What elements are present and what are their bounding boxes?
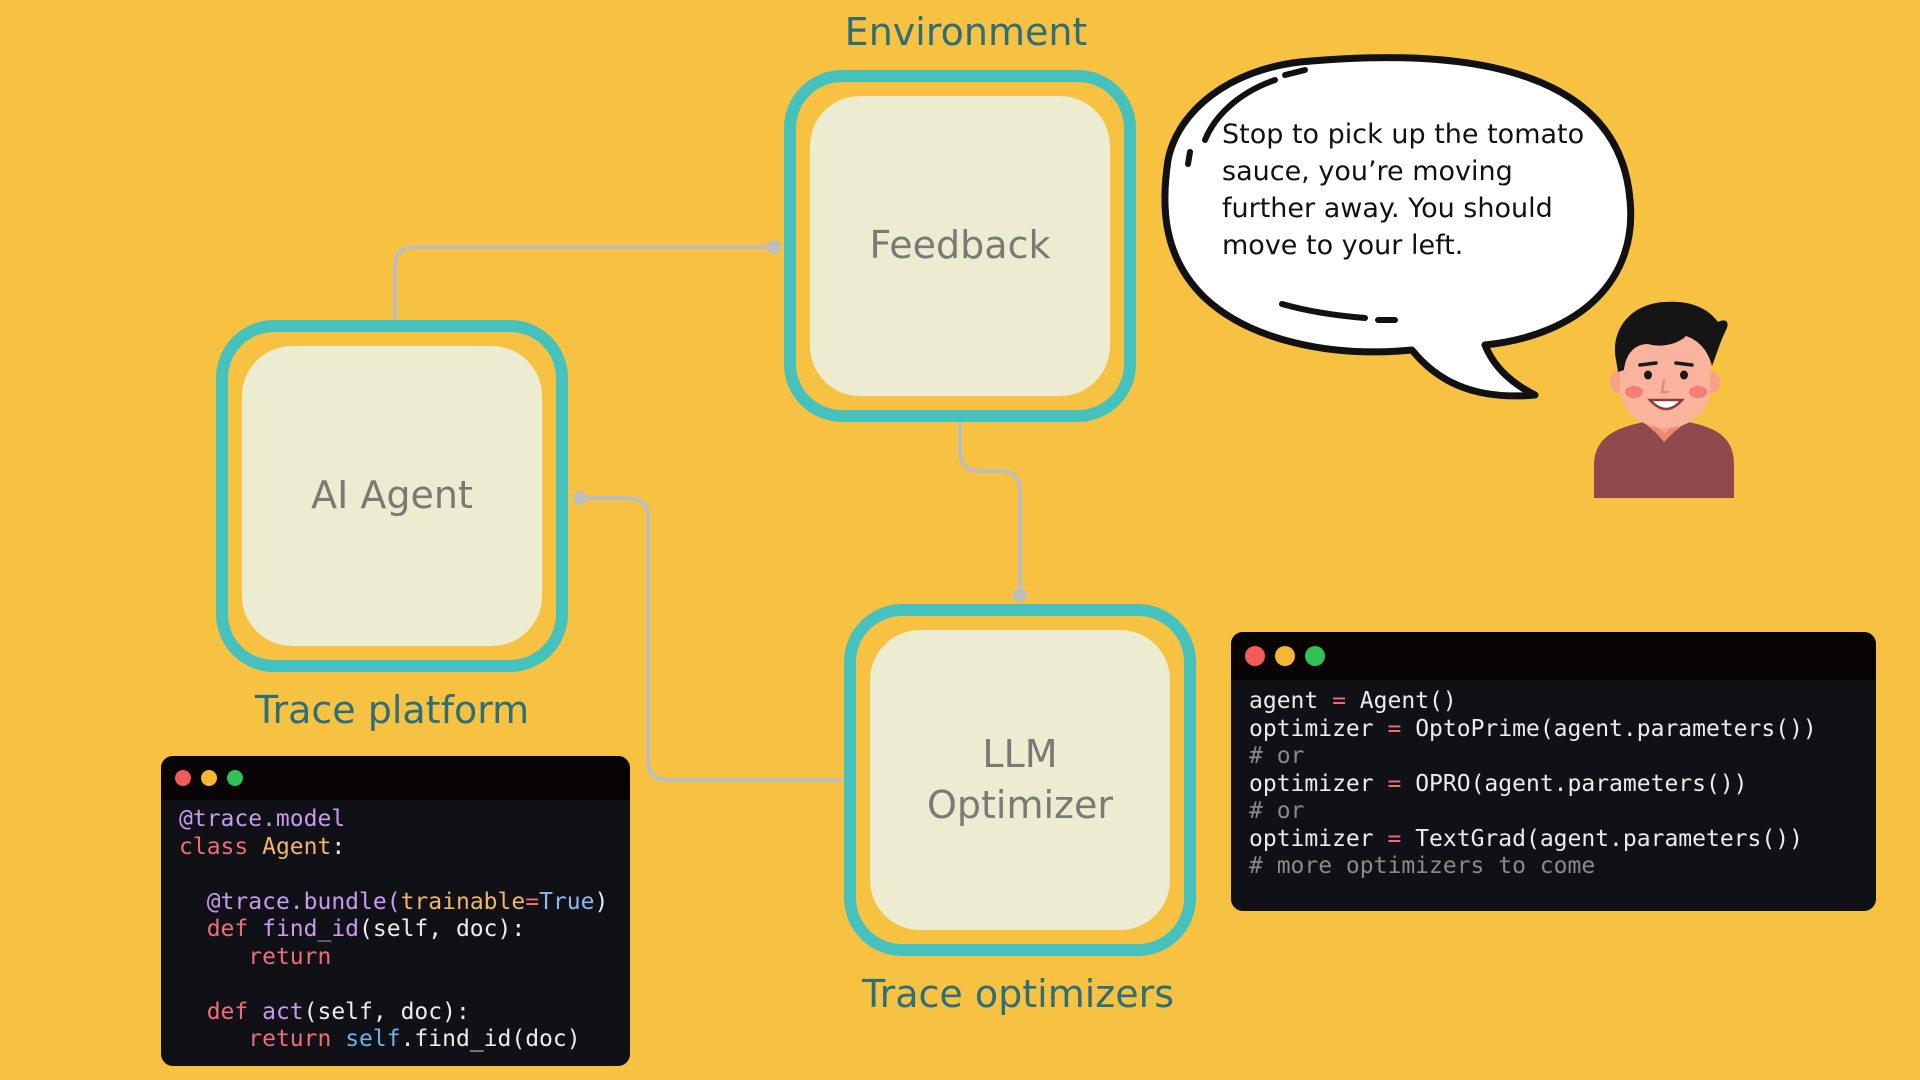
- code-token: def: [206, 998, 263, 1025]
- code-token: trainable: [400, 888, 526, 915]
- minimize-dot-icon[interactable]: [1275, 646, 1295, 666]
- optimizer-code-window: agent = Agent() optimizer = OptoPrime(age…: [1231, 632, 1876, 911]
- code-token: optimizer: [1249, 715, 1388, 742]
- trace-optimizers-label: Trace optimizers: [861, 972, 1175, 1016]
- code-token: optimizer: [1249, 770, 1388, 797]
- code-token: =: [1387, 825, 1402, 852]
- feedback-node-text: Feedback: [810, 96, 1110, 396]
- trace-platform-label: Trace platform: [254, 688, 530, 732]
- code-token: OptoPrime(agent.parameters()): [1401, 715, 1817, 742]
- code-token: =: [1387, 715, 1402, 742]
- minimize-dot-icon[interactable]: [201, 770, 217, 786]
- code-token: TextGrad(agent.parameters()): [1401, 825, 1803, 852]
- ai-agent-node-text: AI Agent: [242, 346, 542, 646]
- code-token: return: [248, 1026, 346, 1052]
- code-token: :: [331, 833, 346, 860]
- code-token: self: [345, 1026, 401, 1052]
- code-token: # or: [1249, 743, 1305, 769]
- code-token: optimizer: [1249, 825, 1388, 852]
- maximize-dot-icon[interactable]: [1305, 646, 1325, 666]
- code-token: (self, doc):: [359, 916, 526, 942]
- wire-endpoint-agent: [573, 491, 587, 505]
- llm-optimizer-line2: Optimizer: [926, 783, 1113, 827]
- code-token: Agent: [262, 833, 332, 860]
- code-line: return: [179, 944, 612, 972]
- llm-optimizer-node[interactable]: LLM Optimizer: [844, 604, 1196, 956]
- close-dot-icon[interactable]: [1245, 646, 1265, 666]
- code-token: return: [248, 943, 332, 970]
- code-line: def find_id(self, doc):: [179, 916, 612, 944]
- close-dot-icon[interactable]: [175, 770, 191, 786]
- code-token: find_id: [262, 916, 360, 942]
- code-line: class Agent:: [179, 834, 612, 862]
- llm-optimizer-node-text: LLM Optimizer: [870, 630, 1170, 930]
- code-token: act: [262, 998, 304, 1025]
- code-token: True: [539, 888, 595, 915]
- code-token: ): [594, 888, 609, 915]
- code-line: @trace.model: [179, 806, 612, 834]
- feedback-node[interactable]: Feedback: [784, 70, 1136, 422]
- wire-endpoint-optimizer: [1013, 588, 1027, 602]
- code-token: =: [1332, 688, 1346, 714]
- speech-bubble-text: Stop to pick up the tomato sauce, you’re…: [1222, 119, 1585, 261]
- code-line: # more optimizers to come: [1249, 853, 1858, 881]
- wire-agent-to-feedback: [393, 245, 776, 324]
- code-line: optimizer = OPRO(agent.parameters()): [1249, 771, 1858, 799]
- code-line: optimizer = TextGrad(agent.parameters()): [1249, 826, 1858, 854]
- optimizer-code-body: agent = Agent() optimizer = OptoPrime(age…: [1231, 680, 1876, 887]
- code-line: def act(self, doc):: [179, 999, 612, 1027]
- llm-optimizer-line1: LLM: [982, 731, 1058, 776]
- code-token: agent: [1249, 688, 1333, 714]
- code-token: Agent(): [1345, 688, 1457, 714]
- code-token: OPRO(agent.parameters()): [1401, 770, 1748, 797]
- code-token: class: [179, 833, 263, 860]
- agent-code-titlebar: [161, 756, 630, 800]
- code-token: (self, doc):: [303, 998, 470, 1025]
- code-token: @trace.model: [179, 806, 346, 832]
- agent-code-window: @trace.model class Agent: @trace.bundle(t…: [161, 756, 630, 1066]
- optimizer-code-titlebar: [1231, 632, 1876, 680]
- code-token: def: [206, 916, 263, 942]
- code-line: # or: [1249, 798, 1858, 826]
- code-token: =: [525, 888, 540, 915]
- code-token: =: [1387, 770, 1402, 797]
- code-token: @trace.bundle(: [206, 888, 401, 915]
- code-token: .find_id(doc): [400, 1026, 581, 1052]
- wire-endpoint-feedback: [767, 240, 781, 254]
- code-token: # more optimizers to come: [1249, 853, 1596, 879]
- person-avatar: [1594, 301, 1734, 498]
- code-line: @trace.bundle(trainable=True): [179, 889, 612, 917]
- agent-code-body: @trace.model class Agent: @trace.bundle(t…: [161, 800, 630, 1060]
- wire-optimizer-to-agent: [578, 496, 842, 782]
- wire-feedback-to-optimizer: [958, 422, 1022, 597]
- code-line: optimizer = OptoPrime(agent.parameters()…: [1249, 716, 1858, 744]
- maximize-dot-icon[interactable]: [227, 770, 243, 786]
- code-token: # or: [1249, 798, 1305, 824]
- code-line: return self.find_id(doc): [179, 1026, 612, 1054]
- environment-label: Environment: [844, 10, 1088, 54]
- ai-agent-node[interactable]: AI Agent: [216, 320, 568, 672]
- code-line: agent = Agent(): [1249, 688, 1858, 716]
- code-line: # or: [1249, 743, 1858, 771]
